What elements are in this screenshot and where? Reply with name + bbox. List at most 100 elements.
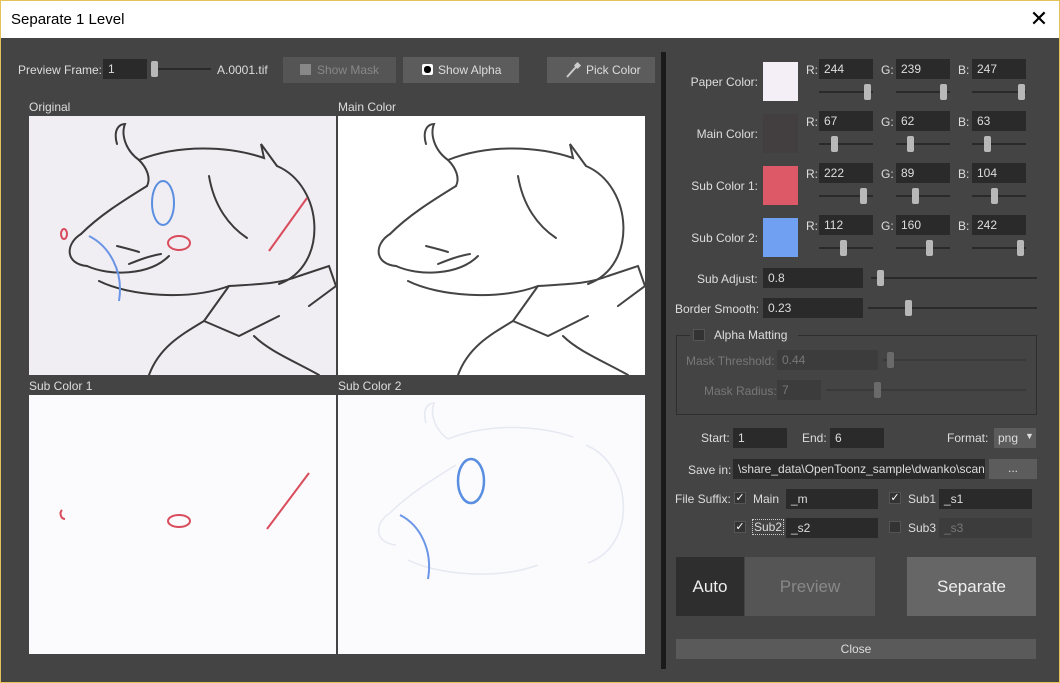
panel-label-main-color: Main Color xyxy=(338,100,397,114)
channel-field-b[interactable]: 104 xyxy=(972,163,1026,183)
sub-adjust-label: Sub Adjust: xyxy=(697,272,758,286)
sub2-suffix-field[interactable]: _s2 xyxy=(786,518,878,538)
channel-slider-handle-r[interactable] xyxy=(860,188,867,204)
format-select[interactable]: png ▼ xyxy=(994,428,1036,448)
show-mask-button[interactable]: Show Mask xyxy=(283,57,396,83)
browse-button[interactable]: ... xyxy=(989,459,1037,479)
main-color-preview-image xyxy=(338,116,645,375)
pick-color-button[interactable]: Pick Color xyxy=(547,57,655,83)
preview-frame-slider-track[interactable] xyxy=(153,68,211,70)
sub3-suffix-field[interactable]: _s3 xyxy=(939,518,1032,538)
show-alpha-button[interactable]: Show Alpha xyxy=(403,57,519,83)
mask-radius-slider-track[interactable] xyxy=(826,389,1026,391)
alpha-matting-label: Alpha Matting xyxy=(714,328,788,342)
preview-frame-slider-handle[interactable] xyxy=(151,61,158,77)
channel-label-b: B: xyxy=(958,219,970,233)
close-button[interactable]: Close xyxy=(676,639,1036,659)
border-smooth-slider-handle[interactable] xyxy=(905,300,912,316)
channel-field-b[interactable]: 247 xyxy=(972,59,1026,79)
channel-slider-handle-g[interactable] xyxy=(926,240,933,256)
channel-field-r[interactable]: 222 xyxy=(819,163,873,183)
sub2-suffix-checkbox[interactable]: ✓ xyxy=(734,521,746,533)
start-field[interactable]: 1 xyxy=(733,428,787,448)
channel-slider-handle-r[interactable] xyxy=(840,240,847,256)
channel-slider-handle-g[interactable] xyxy=(907,136,914,152)
color-row-label: Sub Color 2: xyxy=(691,231,758,245)
sub-adjust-field[interactable]: 0.8 xyxy=(763,268,863,288)
splitter[interactable] xyxy=(661,52,666,669)
channel-slider-track-b[interactable] xyxy=(972,143,1026,145)
color-swatch[interactable] xyxy=(763,166,798,205)
border-smooth-label: Border Smooth: xyxy=(675,302,760,316)
show-alpha-label: Show Alpha xyxy=(438,63,502,77)
mask-radius-slider-handle[interactable] xyxy=(874,382,881,398)
sub-adjust-slider-handle[interactable] xyxy=(877,270,884,286)
sub1-suffix-checkbox[interactable]: ✓ xyxy=(889,492,901,504)
channel-slider-handle-g[interactable] xyxy=(940,84,947,100)
format-label: Format: xyxy=(947,431,989,445)
channel-slider-track-b[interactable] xyxy=(972,195,1026,197)
channel-field-g[interactable]: 160 xyxy=(896,215,950,235)
mask-threshold-slider-track[interactable] xyxy=(883,359,1026,361)
border-smooth-field[interactable]: 0.23 xyxy=(763,298,863,318)
channel-field-g[interactable]: 89 xyxy=(896,163,950,183)
main-suffix-checkbox[interactable]: ✓ xyxy=(734,492,746,504)
sub3-suffix-label: Sub3 xyxy=(908,521,937,535)
sub-color-2-preview-image xyxy=(338,395,645,654)
channel-label-g: G: xyxy=(881,115,894,129)
mask-threshold-label: Mask Threshold: xyxy=(686,354,775,368)
mask-threshold-slider-handle[interactable] xyxy=(887,352,894,368)
color-row-label: Main Color: xyxy=(696,127,758,141)
file-suffix-label: File Suffix: xyxy=(675,492,731,506)
channel-label-b: B: xyxy=(958,115,970,129)
separate-button[interactable]: Separate xyxy=(907,557,1036,616)
channel-field-g[interactable]: 239 xyxy=(896,59,950,79)
save-in-label: Save in: xyxy=(688,463,732,477)
channel-slider-handle-b[interactable] xyxy=(1017,240,1024,256)
preview-button[interactable]: Preview xyxy=(745,557,875,616)
channel-slider-track-g[interactable] xyxy=(896,143,950,145)
alpha-icon xyxy=(422,64,433,75)
channel-slider-track-r[interactable] xyxy=(819,143,873,145)
channel-field-g[interactable]: 62 xyxy=(896,111,950,131)
channel-slider-track-g[interactable] xyxy=(896,247,950,249)
preview-frame-field[interactable]: 1 xyxy=(103,59,147,79)
pick-color-label: Pick Color xyxy=(586,63,641,77)
color-row-label: Paper Color: xyxy=(690,75,758,89)
channel-field-b[interactable]: 242 xyxy=(972,215,1026,235)
start-label: Start: xyxy=(701,431,730,445)
close-icon[interactable]: ✕ xyxy=(1027,8,1051,32)
alpha-matting-group xyxy=(676,335,1037,415)
show-mask-label: Show Mask xyxy=(317,63,380,77)
auto-button[interactable]: Auto xyxy=(676,557,744,616)
sub1-suffix-label: Sub1 xyxy=(908,492,937,506)
channel-label-g: G: xyxy=(881,63,894,77)
border-smooth-slider-track[interactable] xyxy=(868,307,1037,309)
color-swatch[interactable] xyxy=(763,114,798,153)
channel-slider-handle-b[interactable] xyxy=(1018,84,1025,100)
color-swatch[interactable] xyxy=(763,62,798,101)
alpha-matting-checkbox[interactable] xyxy=(693,329,705,341)
channel-slider-handle-r[interactable] xyxy=(864,84,871,100)
channel-field-b[interactable]: 63 xyxy=(972,111,1026,131)
color-swatch[interactable] xyxy=(763,218,798,257)
end-field[interactable]: 6 xyxy=(830,428,884,448)
original-preview-image xyxy=(29,116,336,375)
channel-slider-handle-r[interactable] xyxy=(831,136,838,152)
channel-field-r[interactable]: 244 xyxy=(819,59,873,79)
save-in-field[interactable]: \share_data\OpenToonz_sample\dwanko\scan xyxy=(733,459,985,479)
channel-slider-handle-b[interactable] xyxy=(984,136,991,152)
mask-threshold-field[interactable]: 0.44 xyxy=(777,350,878,370)
channel-slider-handle-g[interactable] xyxy=(912,188,919,204)
sub1-suffix-field[interactable]: _s1 xyxy=(939,489,1032,509)
sub3-suffix-checkbox[interactable] xyxy=(889,521,901,533)
panel-label-sub-color-1: Sub Color 1 xyxy=(29,379,93,393)
window-title: Separate 1 Level xyxy=(11,11,125,28)
channel-slider-track-g[interactable] xyxy=(896,195,950,197)
channel-field-r[interactable]: 67 xyxy=(819,111,873,131)
main-suffix-field[interactable]: _m xyxy=(786,489,878,509)
mask-radius-field[interactable]: 7 xyxy=(777,380,821,400)
channel-slider-handle-b[interactable] xyxy=(991,188,998,204)
channel-field-r[interactable]: 112 xyxy=(819,215,873,235)
sub-adjust-slider-track[interactable] xyxy=(871,277,1037,279)
